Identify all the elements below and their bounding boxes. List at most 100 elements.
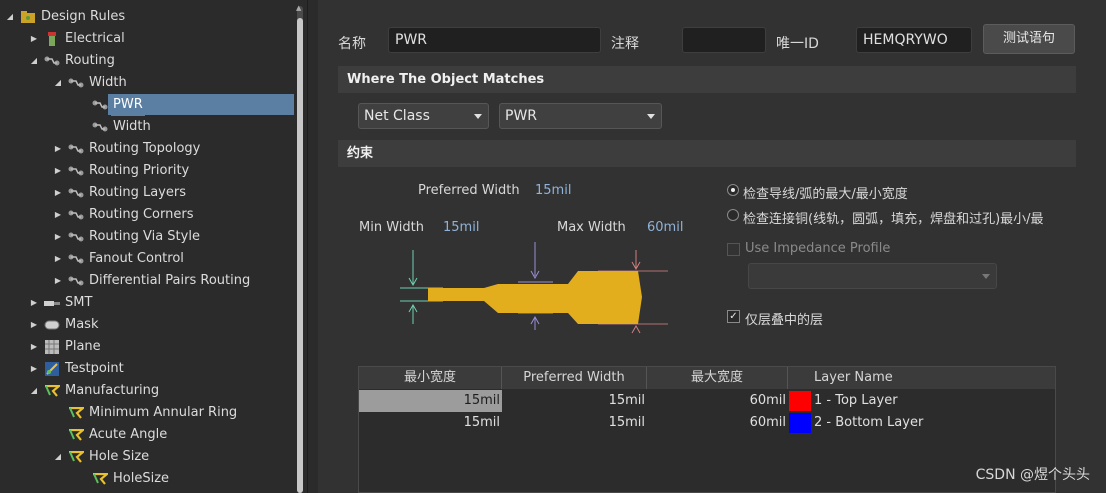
- tree-item-differential-pairs-routing[interactable]: ▶ Differential Pairs Routing: [52, 270, 252, 292]
- check-copper-width-radio[interactable]: [727, 209, 739, 221]
- expand-arrow-icon[interactable]: ▶: [52, 160, 64, 182]
- use-impedance-profile-checkbox[interactable]: [727, 243, 740, 256]
- max-width-value[interactable]: 60mil: [647, 220, 683, 235]
- tree-item-routing-priority[interactable]: ▶ Routing Priority: [52, 160, 191, 182]
- col-header-min-width[interactable]: 最小宽度: [359, 367, 502, 389]
- check-track-width-label[interactable]: 检查导线/弧的最大/最小宽度: [743, 183, 908, 202]
- preferred-width-value[interactable]: 15mil: [535, 183, 571, 198]
- cell-max-width[interactable]: 60mil: [647, 390, 788, 412]
- preferred-width-label: Preferred Width: [418, 183, 520, 198]
- manufacturing-icon: [68, 428, 84, 442]
- tree-item-smt[interactable]: ▶ SMT: [28, 292, 94, 314]
- cell-preferred-width[interactable]: 15mil: [502, 412, 647, 434]
- cell-preferred-width[interactable]: 15mil: [502, 390, 647, 412]
- comment-field[interactable]: [682, 27, 766, 53]
- check-track-width-radio[interactable]: [727, 184, 739, 196]
- layer-width-table: 最小宽度 Preferred Width 最大宽度 Layer Name 15m…: [358, 366, 1056, 493]
- unique-id-label: 唯一ID: [776, 36, 819, 52]
- tree-item-label: Hole Size: [89, 449, 150, 464]
- track-width-diagram: [400, 242, 668, 334]
- name-label: 名称: [338, 36, 366, 52]
- expand-arrow-icon[interactable]: ▶: [28, 358, 40, 380]
- tree-item-width[interactable]: ◢ Width: [52, 72, 129, 94]
- routing-icon: [44, 54, 60, 68]
- tree-item-routing-layers[interactable]: ▶ Routing Layers: [52, 182, 188, 204]
- tree-item-testpoint[interactable]: ▶ Testpoint: [28, 358, 126, 380]
- width-icon: [68, 76, 84, 90]
- tree-item-routing-corners[interactable]: ▶ Routing Corners: [52, 204, 195, 226]
- dropdown-caret-icon: [474, 114, 482, 119]
- routing-icon: [68, 164, 84, 178]
- routing-icon: [68, 186, 84, 200]
- layer-color-swatch: [789, 391, 811, 411]
- cell-layer-name: 2 - Bottom Layer: [814, 415, 924, 430]
- routing-icon: [68, 274, 84, 288]
- routing-icon: [68, 230, 84, 244]
- collapse-arrow-icon[interactable]: ◢: [28, 50, 40, 72]
- expand-arrow-icon[interactable]: ▶: [28, 314, 40, 336]
- check-copper-width-label[interactable]: 检查连接铜(线轨，圆弧，填充，焊盘和过孔)最小/最: [743, 208, 1058, 227]
- tree-item-label: Design Rules: [41, 9, 126, 24]
- tree-item-acute-angle[interactable]: Acute Angle: [52, 424, 169, 446]
- layer-color-swatch: [789, 413, 811, 433]
- design-rules-icon: [20, 10, 36, 24]
- scroll-up-arrow-icon[interactable]: ▲: [296, 4, 301, 12]
- use-impedance-profile-label: Use Impedance Profile: [745, 241, 891, 256]
- min-width-value[interactable]: 15mil: [443, 220, 479, 235]
- expand-arrow-icon[interactable]: ▶: [52, 138, 64, 160]
- mask-icon: [44, 318, 60, 332]
- expand-arrow-icon[interactable]: ▶: [52, 226, 64, 248]
- collapse-arrow-icon[interactable]: ◢: [4, 6, 16, 28]
- tree-item-plane[interactable]: ▶ Plane: [28, 336, 103, 358]
- routing-icon: [68, 208, 84, 222]
- tree-item-pwr[interactable]: PWR: [76, 94, 145, 116]
- cell-max-width[interactable]: 60mil: [647, 412, 788, 434]
- tree-item-mask[interactable]: ▶ Mask: [28, 314, 100, 336]
- collapse-arrow-icon[interactable]: ◢: [28, 380, 40, 402]
- expand-arrow-icon[interactable]: ▶: [52, 270, 64, 292]
- expand-arrow-icon[interactable]: ▶: [28, 28, 40, 50]
- collapse-arrow-icon[interactable]: ◢: [52, 72, 64, 94]
- unique-id-field[interactable]: HEMQRYWO: [856, 27, 972, 53]
- manufacturing-icon: [92, 472, 108, 486]
- testpoint-icon: [44, 362, 60, 376]
- tree-item-label: Testpoint: [65, 361, 124, 376]
- electrical-icon: [44, 32, 60, 46]
- tree-item-hole-size[interactable]: ◢ Hole Size: [52, 446, 151, 468]
- tree-item-minimum-annular-ring[interactable]: Minimum Annular Ring: [52, 402, 239, 424]
- scope-value-dropdown[interactable]: PWR: [499, 103, 662, 129]
- scope-type-dropdown[interactable]: Net Class: [358, 103, 489, 129]
- col-header-layer-name[interactable]: Layer Name: [788, 367, 1055, 389]
- tree-item-width-rule[interactable]: Width: [76, 116, 153, 138]
- name-field[interactable]: PWR: [388, 27, 601, 53]
- cell-min-width[interactable]: 15mil: [359, 412, 502, 434]
- design-rules-tree[interactable]: ◢ Design Rules ▶ Electrical ◢ Routing ◢ …: [0, 0, 308, 493]
- tree-item-label: Plane: [65, 339, 101, 354]
- tree-scrollbar-thumb[interactable]: [297, 18, 303, 493]
- impedance-profile-dropdown[interactable]: [748, 263, 997, 289]
- tree-item-label: Differential Pairs Routing: [89, 273, 251, 288]
- expand-arrow-icon[interactable]: ▶: [52, 204, 64, 226]
- col-header-preferred-width[interactable]: Preferred Width: [502, 367, 647, 389]
- expand-arrow-icon[interactable]: ▶: [52, 248, 64, 270]
- expand-arrow-icon[interactable]: ▶: [28, 336, 40, 358]
- tree-item-routing[interactable]: ◢ Routing: [28, 50, 117, 72]
- tree-item-design-rules[interactable]: ◢ Design Rules: [4, 6, 127, 28]
- test-query-button[interactable]: 测试语句: [983, 24, 1075, 54]
- tree-item-electrical[interactable]: ▶ Electrical: [28, 28, 127, 50]
- tree-item-label: Routing Priority: [89, 163, 190, 178]
- scope-type-value: Net Class: [364, 108, 430, 124]
- rule-icon: [92, 98, 108, 112]
- tree-item-fanout-control[interactable]: ▶ Fanout Control: [52, 248, 186, 270]
- layer-stack-only-checkbox[interactable]: ✓: [727, 310, 740, 323]
- tree-item-routing-via-style[interactable]: ▶ Routing Via Style: [52, 226, 202, 248]
- col-header-max-width[interactable]: 最大宽度: [647, 367, 788, 389]
- expand-arrow-icon[interactable]: ▶: [28, 292, 40, 314]
- tree-item-manufacturing[interactable]: ◢ Manufacturing: [28, 380, 161, 402]
- cell-min-width[interactable]: 15mil: [359, 390, 502, 412]
- dropdown-caret-icon: [982, 274, 990, 279]
- tree-item-routing-topology[interactable]: ▶ Routing Topology: [52, 138, 202, 160]
- collapse-arrow-icon[interactable]: ◢: [52, 446, 64, 468]
- tree-item-holesize-rule[interactable]: HoleSize: [76, 468, 171, 490]
- expand-arrow-icon[interactable]: ▶: [52, 182, 64, 204]
